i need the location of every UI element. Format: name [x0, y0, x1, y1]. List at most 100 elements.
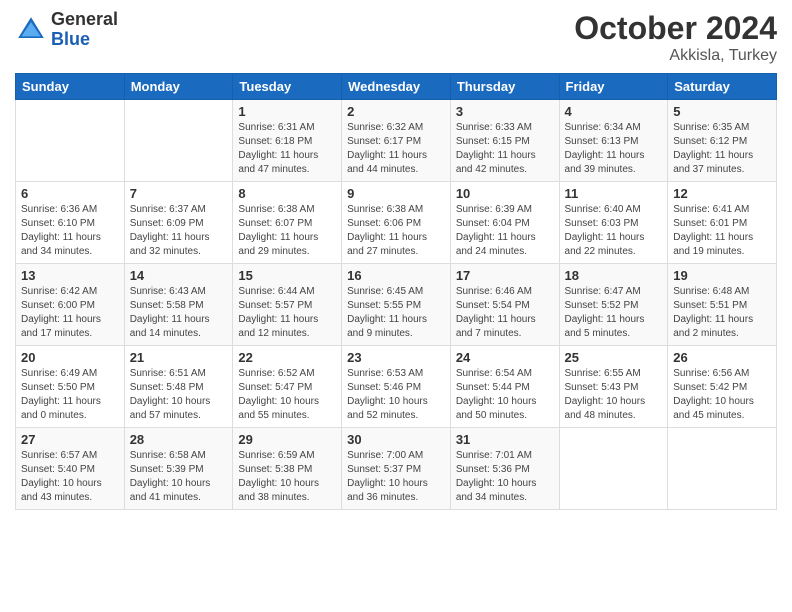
day-header-tuesday: Tuesday: [233, 74, 342, 100]
day-cell: [124, 100, 233, 182]
day-number: 26: [673, 350, 771, 365]
day-cell: 29Sunrise: 6:59 AM Sunset: 5:38 PM Dayli…: [233, 428, 342, 510]
logo-blue: Blue: [51, 30, 118, 50]
calendar-header-row: SundayMondayTuesdayWednesdayThursdayFrid…: [16, 74, 777, 100]
week-row-4: 20Sunrise: 6:49 AM Sunset: 5:50 PM Dayli…: [16, 346, 777, 428]
day-info: Sunrise: 6:34 AM Sunset: 6:13 PM Dayligh…: [565, 121, 663, 177]
day-cell: 30 Sunrise: 7:00 AM Sunset: 5:37 PM Dayli…: [342, 428, 451, 510]
page: General Blue October 2024 Akkisla, Turke…: [0, 0, 792, 612]
day-info: Sunrise: 6:47 AM Sunset: 5:52 PM Dayligh…: [565, 285, 663, 341]
day-info: Sunrise: 6:53 AM Sunset: 5:46 PM Dayligh…: [347, 367, 445, 423]
day-number: 3: [456, 104, 554, 119]
day-info: Sunrise: 6:49 AM Sunset: 5:50 PM Dayligh…: [21, 367, 119, 423]
title-section: October 2024 Akkisla, Turkey: [574, 10, 777, 65]
day-cell: 20Sunrise: 6:49 AM Sunset: 5:50 PM Dayli…: [16, 346, 125, 428]
day-header-thursday: Thursday: [450, 74, 559, 100]
day-cell: 4 Sunrise: 6:34 AM Sunset: 6:13 PM Daylig…: [559, 100, 668, 182]
day-info: Sunrise: 6:59 AM Sunset: 5:38 PM Dayligh…: [238, 449, 336, 505]
day-header-monday: Monday: [124, 74, 233, 100]
day-number: 16: [347, 268, 445, 283]
day-cell: 31Sunrise: 7:01 AM Sunset: 5:36 PM Dayli…: [450, 428, 559, 510]
calendar-table: SundayMondayTuesdayWednesdayThursdayFrid…: [15, 73, 777, 510]
day-cell: 19 Sunrise: 6:48 AM Sunset: 5:51 PM Dayli…: [668, 264, 777, 346]
day-number: 18: [565, 268, 663, 283]
logo-text: General Blue: [51, 10, 118, 50]
day-header-sunday: Sunday: [16, 74, 125, 100]
day-number: 2: [347, 104, 445, 119]
header: General Blue October 2024 Akkisla, Turke…: [15, 10, 777, 65]
day-cell: 26Sunrise: 6:56 AM Sunset: 5:42 PM Dayli…: [668, 346, 777, 428]
day-info: Sunrise: 6:52 AM Sunset: 5:47 PM Dayligh…: [238, 367, 336, 423]
day-info: Sunrise: 7:00 AM Sunset: 5:37 PM Dayligh…: [347, 449, 445, 505]
day-number: 7: [130, 186, 228, 201]
day-cell: 7 Sunrise: 6:37 AM Sunset: 6:09 PM Daylig…: [124, 182, 233, 264]
day-cell: 8 Sunrise: 6:38 AM Sunset: 6:07 PM Daylig…: [233, 182, 342, 264]
day-info: Sunrise: 6:37 AM Sunset: 6:09 PM Dayligh…: [130, 203, 228, 259]
day-info: Sunrise: 6:38 AM Sunset: 6:07 PM Dayligh…: [238, 203, 336, 259]
day-header-saturday: Saturday: [668, 74, 777, 100]
week-row-3: 13Sunrise: 6:42 AM Sunset: 6:00 PM Dayli…: [16, 264, 777, 346]
day-info: Sunrise: 6:51 AM Sunset: 5:48 PM Dayligh…: [130, 367, 228, 423]
day-number: 27: [21, 432, 119, 447]
day-cell: 16Sunrise: 6:45 AM Sunset: 5:55 PM Dayli…: [342, 264, 451, 346]
day-number: 1: [238, 104, 336, 119]
day-info: Sunrise: 6:54 AM Sunset: 5:44 PM Dayligh…: [456, 367, 554, 423]
day-number: 28: [130, 432, 228, 447]
day-info: Sunrise: 6:40 AM Sunset: 6:03 PM Dayligh…: [565, 203, 663, 259]
day-cell: [559, 428, 668, 510]
day-info: Sunrise: 6:42 AM Sunset: 6:00 PM Dayligh…: [21, 285, 119, 341]
day-number: 4: [565, 104, 663, 119]
day-number: 5: [673, 104, 771, 119]
day-number: 6: [21, 186, 119, 201]
day-cell: 28 Sunrise: 6:58 AM Sunset: 5:39 PM Dayli…: [124, 428, 233, 510]
day-number: 17: [456, 268, 554, 283]
day-number: 24: [456, 350, 554, 365]
day-cell: 25 Sunrise: 6:55 AM Sunset: 5:43 PM Dayli…: [559, 346, 668, 428]
day-number: 8: [238, 186, 336, 201]
location: Akkisla, Turkey: [574, 47, 777, 65]
day-info: Sunrise: 6:44 AM Sunset: 5:57 PM Dayligh…: [238, 285, 336, 341]
logo-icon: [15, 14, 47, 46]
day-info: Sunrise: 6:55 AM Sunset: 5:43 PM Dayligh…: [565, 367, 663, 423]
day-cell: [16, 100, 125, 182]
day-cell: 27 Sunrise: 6:57 AM Sunset: 5:40 PM Dayli…: [16, 428, 125, 510]
day-cell: 17 Sunrise: 6:46 AM Sunset: 5:54 PM Dayli…: [450, 264, 559, 346]
day-info: Sunrise: 6:58 AM Sunset: 5:39 PM Dayligh…: [130, 449, 228, 505]
day-cell: 10Sunrise: 6:39 AM Sunset: 6:04 PM Dayli…: [450, 182, 559, 264]
day-number: 19: [673, 268, 771, 283]
day-number: 30: [347, 432, 445, 447]
day-cell: [668, 428, 777, 510]
day-number: 25: [565, 350, 663, 365]
month-year: October 2024: [574, 10, 777, 47]
day-number: 15: [238, 268, 336, 283]
day-number: 22: [238, 350, 336, 365]
day-number: 10: [456, 186, 554, 201]
day-info: Sunrise: 6:57 AM Sunset: 5:40 PM Dayligh…: [21, 449, 119, 505]
day-info: Sunrise: 6:36 AM Sunset: 6:10 PM Dayligh…: [21, 203, 119, 259]
week-row-5: 27 Sunrise: 6:57 AM Sunset: 5:40 PM Dayli…: [16, 428, 777, 510]
week-row-1: 1 Sunrise: 6:31 AM Sunset: 6:18 PM Daylig…: [16, 100, 777, 182]
day-cell: 9Sunrise: 6:38 AM Sunset: 6:06 PM Daylig…: [342, 182, 451, 264]
day-header-wednesday: Wednesday: [342, 74, 451, 100]
day-info: Sunrise: 6:31 AM Sunset: 6:18 PM Dayligh…: [238, 121, 336, 177]
day-cell: 11 Sunrise: 6:40 AM Sunset: 6:03 PM Dayli…: [559, 182, 668, 264]
day-number: 23: [347, 350, 445, 365]
day-info: Sunrise: 6:41 AM Sunset: 6:01 PM Dayligh…: [673, 203, 771, 259]
day-cell: 6 Sunrise: 6:36 AM Sunset: 6:10 PM Daylig…: [16, 182, 125, 264]
day-cell: 12Sunrise: 6:41 AM Sunset: 6:01 PM Dayli…: [668, 182, 777, 264]
day-cell: 3 Sunrise: 6:33 AM Sunset: 6:15 PM Daylig…: [450, 100, 559, 182]
day-cell: 24 Sunrise: 6:54 AM Sunset: 5:44 PM Dayli…: [450, 346, 559, 428]
day-cell: 2 Sunrise: 6:32 AM Sunset: 6:17 PM Daylig…: [342, 100, 451, 182]
day-number: 11: [565, 186, 663, 201]
day-info: Sunrise: 6:32 AM Sunset: 6:17 PM Dayligh…: [347, 121, 445, 177]
day-header-friday: Friday: [559, 74, 668, 100]
day-info: Sunrise: 6:38 AM Sunset: 6:06 PM Dayligh…: [347, 203, 445, 259]
day-info: Sunrise: 6:46 AM Sunset: 5:54 PM Dayligh…: [456, 285, 554, 341]
day-cell: 18 Sunrise: 6:47 AM Sunset: 5:52 PM Dayli…: [559, 264, 668, 346]
day-info: Sunrise: 6:33 AM Sunset: 6:15 PM Dayligh…: [456, 121, 554, 177]
logo: General Blue: [15, 10, 118, 50]
day-number: 14: [130, 268, 228, 283]
day-cell: 5Sunrise: 6:35 AM Sunset: 6:12 PM Daylig…: [668, 100, 777, 182]
day-info: Sunrise: 6:48 AM Sunset: 5:51 PM Dayligh…: [673, 285, 771, 341]
day-cell: 23 Sunrise: 6:53 AM Sunset: 5:46 PM Dayli…: [342, 346, 451, 428]
